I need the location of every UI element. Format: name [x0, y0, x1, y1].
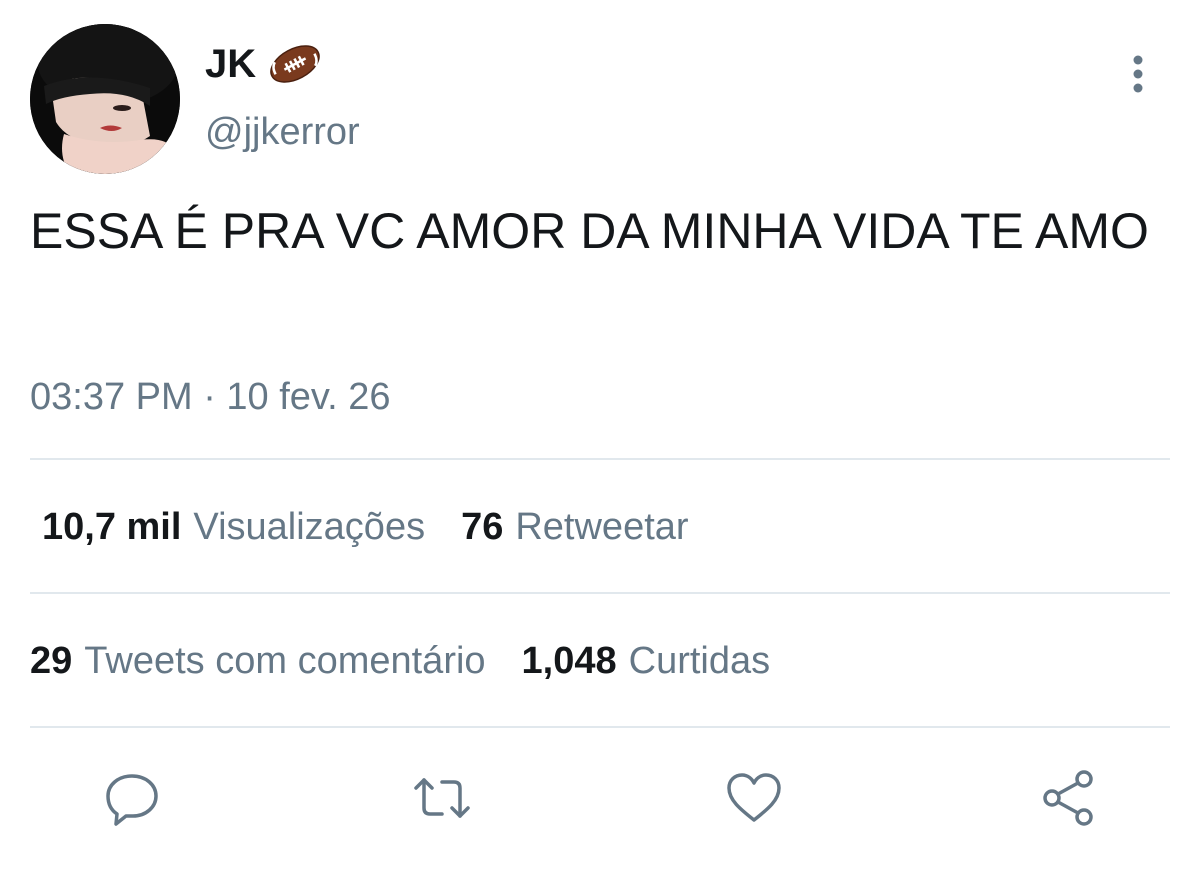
divider [30, 458, 1170, 460]
share-button[interactable] [1040, 768, 1100, 828]
likes-count: 1,048 [521, 640, 617, 682]
avatar[interactable] [30, 24, 180, 174]
retweet-icon [412, 768, 472, 828]
views-label: Visualizações [193, 506, 426, 548]
views-stat[interactable]: 10,7 mil Visualizações [42, 502, 425, 552]
tweet-card: JK @jjkerror ESSA É PRA VC AMOR DA MINHA… [0, 0, 1200, 886]
retweets-stat[interactable]: 76 Retweetar [461, 502, 688, 552]
tweet-text: ESSA É PRA VC AMOR DA MINHA VIDA TE AMO [30, 203, 1149, 259]
quotes-label: Tweets com comentário [84, 640, 486, 682]
quotes-stat[interactable]: 29 Tweets com comentário [30, 636, 486, 686]
share-icon [1040, 768, 1100, 828]
user-handle[interactable]: @jjkerror [205, 108, 360, 156]
like-icon [724, 768, 784, 828]
stats-row-2: 29 Tweets com comentário 1,048 Curtidas [30, 636, 806, 686]
retweet-button[interactable] [412, 768, 472, 828]
divider [30, 592, 1170, 594]
tweet-timestamp[interactable]: 03:37 PM · 10 fev. 26 [30, 372, 391, 422]
like-button[interactable] [724, 768, 784, 828]
likes-stat[interactable]: 1,048 Curtidas [522, 636, 771, 686]
stats-row-1: 10,7 mil Visualizações 76 Retweetar [42, 502, 725, 552]
views-count: 10,7 mil [42, 506, 182, 548]
retweets-label: Retweetar [515, 506, 689, 548]
reply-icon [102, 768, 162, 828]
display-name-text: JK [205, 42, 257, 86]
reply-button[interactable] [102, 768, 162, 828]
display-name[interactable]: JK [205, 40, 324, 88]
divider [30, 726, 1170, 728]
quotes-count: 29 [30, 640, 73, 682]
likes-label: Curtidas [628, 640, 771, 682]
football-icon [266, 42, 324, 86]
retweets-count: 76 [461, 506, 504, 548]
more-options-icon[interactable] [1124, 52, 1152, 96]
